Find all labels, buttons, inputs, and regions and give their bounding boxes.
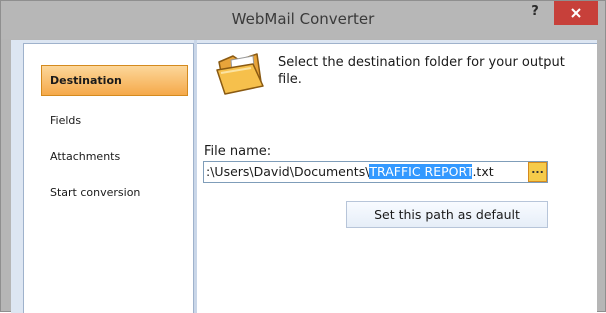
destination-panel: Select the destination folder for your o…: [197, 43, 597, 313]
close-button[interactable]: [554, 1, 598, 25]
open-folder-icon: [216, 53, 264, 95]
sidebar-item-fields[interactable]: Fields: [50, 114, 81, 127]
set-default-path-button[interactable]: Set this path as default: [346, 201, 548, 228]
path-selected-text: TRAFFIC REPORT: [369, 164, 473, 179]
webmail-converter-window: WebMail Converter ? Destination Fields A…: [0, 0, 606, 313]
wizard-sidebar: Destination Fields Attachments Start con…: [23, 43, 194, 313]
help-button[interactable]: ?: [521, 1, 549, 25]
path-prefix-text: :\Users\David\Documents\: [206, 164, 370, 179]
file-path-input[interactable]: :\Users\David\Documents\TRAFFIC REPORT.t…: [203, 161, 548, 183]
window-title: WebMail Converter: [231, 10, 375, 28]
sidebar-item-start-conversion[interactable]: Start conversion: [50, 186, 140, 199]
title-bar[interactable]: WebMail Converter ?: [1, 1, 605, 39]
sidebar-item-destination[interactable]: Destination: [41, 65, 188, 96]
path-suffix-text: .txt: [472, 164, 494, 179]
file-name-label: File name:: [204, 144, 272, 159]
browse-button[interactable]: ...: [528, 162, 547, 182]
close-icon: [571, 8, 581, 18]
dialog-client-area: Destination Fields Attachments Start con…: [11, 40, 597, 313]
instruction-text: Select the destination folder for your o…: [278, 55, 565, 87]
sidebar-item-attachments[interactable]: Attachments: [50, 150, 120, 163]
